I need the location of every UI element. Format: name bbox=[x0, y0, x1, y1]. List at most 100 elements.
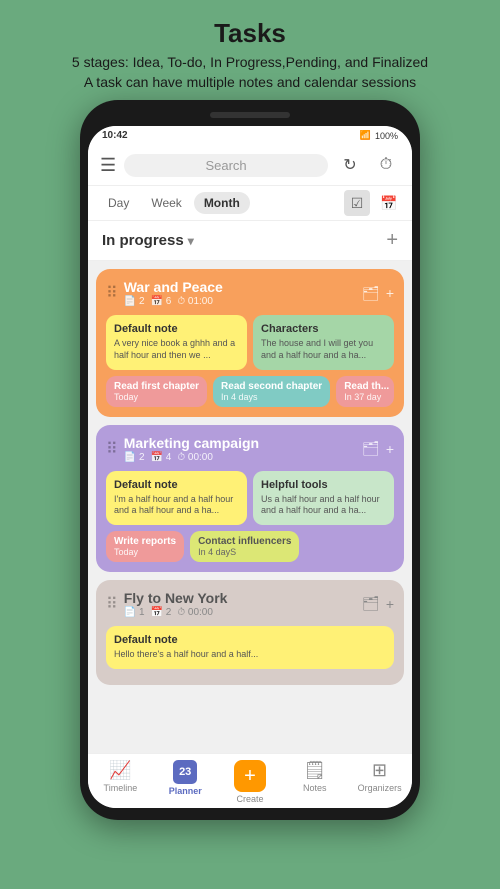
search-box[interactable]: Search bbox=[124, 154, 328, 177]
nav-item-create[interactable]: + Create bbox=[218, 760, 283, 804]
section-header: In progress ▾ + bbox=[88, 221, 412, 261]
task-duration: ⏱ 00:00 bbox=[177, 607, 213, 618]
session-title: Write reports bbox=[114, 536, 176, 547]
note-card-default[interactable]: Default note Hello there's a half hour a… bbox=[106, 626, 394, 669]
task-card-war-and-peace: ⠿ War and Peace 📄 2 📅 6 ⏱ 01:00 🗂 bbox=[96, 269, 404, 416]
notes-grid: Default note I'm a half hour and a half … bbox=[106, 471, 394, 525]
task-card-header: ⠿ Fly to New York 📄 1 📅 2 ⏱ 00:00 🗂 bbox=[106, 590, 394, 618]
session-title: Contact influencers bbox=[198, 536, 291, 547]
tab-month[interactable]: Month bbox=[194, 192, 250, 214]
section-title: In progress ▾ bbox=[102, 232, 194, 249]
session-pill-2[interactable]: Read second chapter In 4 days bbox=[213, 376, 330, 407]
notes-grid: Default note A very nice book a ghhh and… bbox=[106, 315, 394, 369]
tab-action-icons: ☑ 📅 bbox=[344, 190, 402, 216]
task-meta: 📄 2 📅 6 ⏱ 01:00 bbox=[124, 296, 223, 307]
nav-label-timeline: Timeline bbox=[104, 783, 138, 793]
session-title: Read second chapter bbox=[221, 381, 322, 392]
nav-label-create: Create bbox=[236, 794, 263, 804]
task-actions: 🗂 + bbox=[362, 440, 394, 457]
note-title: Default note bbox=[114, 479, 239, 491]
note-text: Hello there's a half hour and a half... bbox=[114, 649, 386, 661]
note-card-helpful[interactable]: Helpful tools Us a half hour and a half … bbox=[253, 471, 394, 525]
note-card-default[interactable]: Default note A very nice book a ghhh and… bbox=[106, 315, 247, 369]
note-card-characters[interactable]: Characters The house and I will get you … bbox=[253, 315, 394, 369]
calendar-icon[interactable]: 📅 bbox=[376, 190, 402, 216]
note-title: Characters bbox=[261, 323, 386, 335]
note-text: Us a half hour and a half hour and a hal… bbox=[261, 494, 386, 517]
tab-week[interactable]: Week bbox=[141, 192, 191, 214]
drag-icon[interactable]: ⠿ bbox=[106, 439, 118, 459]
sessions-row: Read first chapter Today Read second cha… bbox=[106, 376, 394, 407]
page-header: Tasks 5 stages: Idea, To-do, In Progress… bbox=[52, 0, 448, 100]
note-card-default[interactable]: Default note I'm a half hour and a half … bbox=[106, 471, 247, 525]
timeline-icon: 📈 bbox=[109, 760, 131, 781]
page-title: Tasks bbox=[72, 18, 428, 49]
task-notes-count: 📄 1 bbox=[124, 607, 145, 618]
nav-item-timeline[interactable]: 📈 Timeline bbox=[88, 760, 153, 804]
task-card-header: ⠿ Marketing campaign 📄 2 📅 4 ⏱ 00:00 🗂 bbox=[106, 435, 394, 463]
checkbox-icon[interactable]: ☑ bbox=[344, 190, 370, 216]
task-name: Fly to New York bbox=[124, 590, 228, 606]
task-copy-icon[interactable]: 🗂 bbox=[362, 285, 380, 302]
note-text: The house and I will get you and a half … bbox=[261, 338, 386, 361]
task-meta: 📄 1 📅 2 ⏱ 00:00 bbox=[124, 607, 228, 618]
task-meta: 📄 2 📅 4 ⏱ 00:00 bbox=[124, 452, 259, 463]
content-area: ⠿ War and Peace 📄 2 📅 6 ⏱ 01:00 🗂 bbox=[88, 261, 412, 753]
task-title-area: ⠿ Fly to New York 📄 1 📅 2 ⏱ 00:00 bbox=[106, 590, 227, 618]
nav-item-notes[interactable]: 🗒 Notes bbox=[282, 760, 347, 804]
refresh-icon[interactable]: ↻ bbox=[336, 151, 364, 179]
chevron-down-icon[interactable]: ▾ bbox=[188, 234, 194, 248]
tab-day[interactable]: Day bbox=[98, 192, 139, 214]
task-name: Marketing campaign bbox=[124, 435, 259, 451]
bottom-nav: 📈 Timeline 23 Planner + Create 🗒 Notes ⊞… bbox=[88, 753, 412, 808]
nav-label-notes: Notes bbox=[303, 783, 327, 793]
notes-icon: 🗒 bbox=[303, 760, 326, 781]
drag-icon[interactable]: ⠿ bbox=[106, 283, 118, 303]
note-title: Default note bbox=[114, 634, 386, 646]
menu-icon[interactable]: ☰ bbox=[100, 155, 116, 176]
top-bar: ☰ Search ↻ ⏱ bbox=[88, 145, 412, 186]
timer-icon[interactable]: ⏱ bbox=[372, 151, 400, 179]
task-actions: 🗂 + bbox=[362, 595, 394, 612]
status-icons: 📶 100% bbox=[360, 130, 398, 141]
nav-item-planner[interactable]: 23 Planner bbox=[153, 760, 218, 804]
organizers-icon: ⊞ bbox=[372, 760, 387, 781]
phone-screen: 10:42 📶 100% ☰ Search ↻ ⏱ Day Week Month… bbox=[88, 126, 412, 808]
task-add-icon[interactable]: + bbox=[386, 285, 394, 301]
task-add-icon[interactable]: + bbox=[386, 441, 394, 457]
session-pill-1[interactable]: Read first chapter Today bbox=[106, 376, 207, 407]
task-sessions-count: 📅 6 bbox=[151, 296, 172, 307]
drag-icon[interactable]: ⠿ bbox=[106, 594, 118, 614]
task-card-header: ⠿ War and Peace 📄 2 📅 6 ⏱ 01:00 🗂 bbox=[106, 279, 394, 307]
nav-label-organizers: Organizers bbox=[358, 783, 402, 793]
task-sessions-count: 📅 2 bbox=[151, 607, 172, 618]
task-duration: ⏱ 00:00 bbox=[177, 452, 213, 463]
session-title: Read first chapter bbox=[114, 381, 199, 392]
notes-grid: Default note Hello there's a half hour a… bbox=[106, 626, 394, 669]
tab-group: Day Week Month bbox=[98, 192, 250, 214]
note-text: I'm a half hour and a half hour and a ha… bbox=[114, 494, 239, 517]
nav-item-organizers[interactable]: ⊞ Organizers bbox=[347, 760, 412, 804]
task-copy-icon[interactable]: 🗂 bbox=[362, 595, 380, 612]
task-notes-count: 📄 2 bbox=[124, 296, 145, 307]
sessions-row: Write reports Today Contact influencers … bbox=[106, 531, 394, 562]
phone-notch bbox=[210, 112, 290, 118]
note-text: A very nice book a ghhh and a half hour … bbox=[114, 338, 239, 361]
page-subtitle: 5 stages: Idea, To-do, In Progress,Pendi… bbox=[72, 53, 428, 92]
session-title: Read th... bbox=[344, 381, 386, 392]
task-duration: ⏱ 01:00 bbox=[177, 296, 213, 307]
session-sub: Today bbox=[114, 547, 176, 557]
status-bar: 10:42 📶 100% bbox=[88, 126, 412, 145]
task-copy-icon[interactable]: 🗂 bbox=[362, 440, 380, 457]
session-pill-3[interactable]: Read th... In 37 day bbox=[336, 376, 394, 407]
task-add-icon[interactable]: + bbox=[386, 596, 394, 612]
session-sub: In 37 day bbox=[344, 392, 386, 402]
task-name: War and Peace bbox=[124, 279, 223, 295]
nav-label-planner: Planner bbox=[169, 786, 202, 796]
task-card-fly: ⠿ Fly to New York 📄 1 📅 2 ⏱ 00:00 🗂 bbox=[96, 580, 404, 685]
session-pill-2[interactable]: Contact influencers In 4 dayS bbox=[190, 531, 299, 562]
task-title-area: ⠿ Marketing campaign 📄 2 📅 4 ⏱ 00:00 bbox=[106, 435, 259, 463]
session-pill-1[interactable]: Write reports Today bbox=[106, 531, 184, 562]
task-card-marketing: ⠿ Marketing campaign 📄 2 📅 4 ⏱ 00:00 🗂 bbox=[96, 425, 404, 572]
add-task-button[interactable]: + bbox=[386, 229, 398, 252]
